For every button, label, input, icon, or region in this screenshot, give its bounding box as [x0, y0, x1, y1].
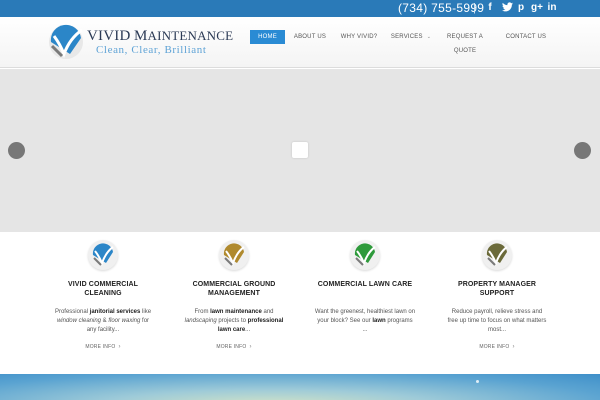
tagline: Clean, Clear, Brilliant — [96, 44, 207, 56]
site-header: VIVID MAINTENANCE Clean, Clear, Brillian… — [0, 17, 600, 68]
desc-emphasis: window cleaning — [56, 318, 101, 324]
brand-first-word: VIVID — [87, 28, 131, 44]
feature-description: Want the greenest, healthiest lawn on yo… — [300, 308, 430, 335]
more-info-link[interactable]: MORE INFO › — [169, 343, 299, 351]
vivid-logo-blue-icon — [88, 240, 118, 270]
brand-second-rest: AINTENANCE — [147, 28, 234, 43]
nav-services-label: SERVICES — [390, 34, 423, 40]
feature-title-line2: MANAGEMENT — [208, 290, 260, 297]
hero-slider — [0, 69, 600, 232]
facebook-icon[interactable]: f — [484, 2, 496, 14]
feature-title-line1: VIVID COMMERCIAL — [67, 281, 139, 288]
chevron-down-icon: ⌄ — [426, 34, 432, 40]
chevron-right-icon: › — [249, 344, 252, 350]
topbar-separator: | — [473, 2, 476, 14]
nav-request-quote[interactable]: REQUEST A QUOTE — [437, 30, 493, 54]
more-info-link[interactable]: MORE INFO › — [38, 343, 168, 351]
more-info-label: MORE INFO — [85, 344, 116, 350]
sparkle-decoration — [476, 380, 479, 383]
desc-emphasis: landscaping — [184, 318, 217, 324]
desc-text: From — [194, 309, 211, 315]
desc-link[interactable]: janitorial services — [90, 309, 141, 315]
nav-home-label: HOME — [258, 34, 277, 40]
nav-about-label: ABOUT US — [293, 34, 327, 40]
feature-ground-management: COMMERCIAL GROUND MANAGEMENT From lawn m… — [169, 240, 299, 351]
nav-why-label: WHY VIVID? — [340, 34, 378, 40]
twitter-icon[interactable] — [501, 2, 513, 14]
desc-text: projects to — [216, 318, 248, 324]
nav-why-vivid[interactable]: WHY VIVID? — [340, 30, 378, 44]
slider-loading-indicator — [292, 142, 308, 158]
feature-description: Professional janitorial services like wi… — [38, 308, 168, 335]
feature-title[interactable]: VIVID COMMERCIAL CLEANING — [38, 280, 168, 298]
desc-text: and — [261, 309, 274, 315]
feature-title[interactable]: PROPERTY MANAGER SUPPORT — [432, 280, 562, 298]
feature-description: From lawn maintenance and landscaping pr… — [169, 308, 299, 335]
feature-title[interactable]: COMMERCIAL LAWN CARE — [300, 280, 430, 298]
desc-link[interactable]: lawn maintenance — [210, 309, 262, 315]
feature-title[interactable]: COMMERCIAL GROUND MANAGEMENT — [169, 280, 299, 298]
bottom-banner-image — [0, 374, 600, 400]
top-bar: (734) 755-5999 | f p g+ in — [0, 0, 600, 17]
vivid-logo-olive-icon — [482, 240, 512, 270]
slider-next-button[interactable] — [574, 142, 591, 159]
vivid-logo-green-icon — [350, 240, 380, 270]
phone-number[interactable]: (734) 755-5999 — [398, 1, 484, 16]
feature-commercial-cleaning: VIVID COMMERCIAL CLEANING Professional j… — [38, 240, 168, 351]
desc-text: like — [140, 309, 152, 315]
linkedin-icon[interactable]: in — [546, 2, 558, 14]
desc-text: Professional — [54, 309, 90, 315]
feature-title-line1: PROPERTY MANAGER — [457, 281, 537, 288]
feature-title-line2: SUPPORT — [479, 290, 515, 297]
nav-quote-label: REQUEST A QUOTE — [446, 34, 484, 54]
logo-icon[interactable] — [48, 24, 84, 60]
feature-title-line1: COMMERCIAL GROUND — [192, 281, 276, 288]
brand-name[interactable]: VIVID MAINTENANCE — [87, 28, 234, 44]
nav-services[interactable]: SERVICES ⌄ — [390, 30, 432, 44]
chevron-right-icon: › — [118, 344, 121, 350]
desc-emphasis: floor waxing — [108, 318, 141, 324]
more-info-label: MORE INFO — [216, 344, 247, 350]
desc-link[interactable]: lawn — [372, 318, 385, 324]
nav-contact-us[interactable]: CONTACT US — [505, 30, 547, 44]
googleplus-icon[interactable]: g+ — [531, 2, 543, 14]
feature-lawn-care: COMMERCIAL LAWN CARE Want the greenest, … — [300, 240, 430, 335]
nav-contact-label: CONTACT US — [505, 34, 547, 40]
nav-home[interactable]: HOME — [250, 30, 285, 44]
slider-prev-button[interactable] — [8, 142, 25, 159]
feature-description: Reduce payroll, relieve stress and free … — [432, 308, 562, 335]
vivid-logo-gold-icon — [219, 240, 249, 270]
pinterest-icon[interactable]: p — [515, 2, 527, 14]
feature-title-line1: COMMERCIAL LAWN CARE — [317, 281, 413, 288]
feature-title-line2: CLEANING — [84, 290, 122, 297]
desc-text: ... — [245, 327, 251, 333]
feature-property-manager: PROPERTY MANAGER SUPPORT Reduce payroll,… — [432, 240, 562, 351]
brand-second-initial: M — [133, 28, 148, 44]
nav-about-us[interactable]: ABOUT US — [292, 30, 328, 44]
more-info-link[interactable]: MORE INFO › — [432, 343, 562, 351]
desc-text: Reduce payroll, relieve stress and free … — [447, 309, 547, 333]
chevron-right-icon: › — [512, 344, 515, 350]
more-info-label: MORE INFO — [479, 344, 510, 350]
